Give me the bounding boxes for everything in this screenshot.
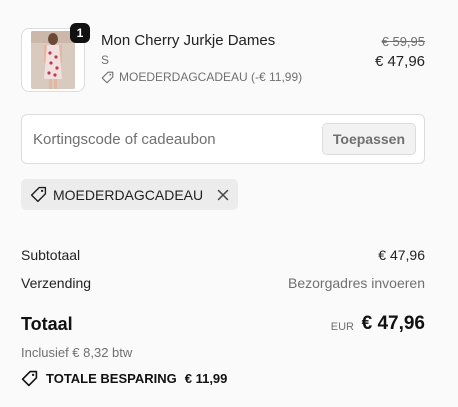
shipping-label: Verzending	[21, 275, 92, 291]
product-title: Mon Cherry Jurkje Dames	[101, 32, 276, 49]
apply-button[interactable]: Toepassen	[321, 123, 416, 155]
product-discount-label: MOEDERDAGCADEAU (-€ 11,99)	[119, 70, 303, 84]
tag-icon	[21, 370, 38, 387]
discount-form: Toepassen	[21, 114, 425, 164]
savings-value: € 11,99	[184, 371, 228, 386]
quantity-badge: 1	[70, 23, 90, 43]
subtotal-label: Subtotaal	[21, 247, 81, 263]
tag-icon	[101, 71, 114, 84]
subtotal-value: € 47,96	[378, 247, 425, 263]
tax-note: Inclusief € 8,32 btw	[21, 345, 133, 360]
total-value: € 47,96	[361, 313, 425, 334]
applied-discount-chip: MOEDERDAGCADEAU	[21, 179, 239, 210]
savings-label: TOTALE BESPARING	[46, 371, 177, 386]
price-original: € 59,95	[381, 34, 425, 49]
total-label: Totaal	[21, 314, 73, 334]
currency-code: EUR	[330, 321, 354, 333]
discount-code-input[interactable]	[22, 115, 323, 163]
product-discount-line: MOEDERDAGCADEAU (-€ 11,99)	[101, 70, 302, 84]
tag-icon	[30, 186, 47, 203]
price-current: € 47,96	[374, 53, 425, 70]
applied-discount-code: MOEDERDAGCADEAU	[53, 186, 204, 203]
total-savings: TOTALE BESPARING € 11,99	[21, 370, 227, 387]
product-variant: S	[101, 53, 110, 67]
product-image	[31, 31, 75, 89]
shipping-value: Bezorgadres invoeren	[288, 275, 425, 291]
close-icon[interactable]	[217, 189, 229, 201]
